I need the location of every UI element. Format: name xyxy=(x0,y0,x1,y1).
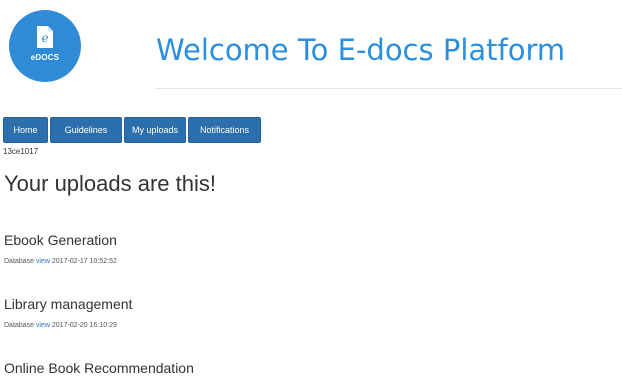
edocs-logo[interactable]: e eDOCS xyxy=(9,10,81,82)
upload-category: Database xyxy=(4,322,34,329)
upload-meta: Database view 2017-02-20 16:10:29 xyxy=(4,322,117,329)
header-divider xyxy=(155,88,622,89)
user-id: 13ce1017 xyxy=(3,147,39,156)
nav-home-button[interactable]: Home xyxy=(3,117,48,143)
site-title: Welcome To E-docs Platform xyxy=(156,33,566,67)
nav-guidelines-button[interactable]: Guidelines xyxy=(50,117,122,143)
nav-my-uploads-button[interactable]: My uploads xyxy=(124,117,186,143)
upload-title: Ebook Generation xyxy=(4,232,117,248)
page: e eDOCS Welcome To E-docs Platform Home … xyxy=(0,0,622,381)
upload-timestamp: 2017-02-20 16:10:29 xyxy=(51,322,117,329)
view-link[interactable]: view xyxy=(36,258,50,265)
nav-notifications-button[interactable]: Notifications xyxy=(188,117,261,143)
upload-title: Library management xyxy=(4,296,133,312)
page-heading: Your uploads are this! xyxy=(4,171,216,196)
svg-text:e: e xyxy=(41,31,48,45)
upload-title: Online Book Recommendation xyxy=(4,360,194,376)
main-nav: Home Guidelines My uploads Notifications xyxy=(3,117,261,143)
upload-timestamp: 2017-02-17 10:52:52 xyxy=(51,258,117,265)
logo-text: eDOCS xyxy=(30,52,60,62)
upload-category: Database xyxy=(4,258,34,265)
upload-meta: Database view 2017-02-17 10:52:52 xyxy=(4,258,117,265)
document-icon: e xyxy=(35,25,55,49)
view-link[interactable]: view xyxy=(36,322,50,329)
